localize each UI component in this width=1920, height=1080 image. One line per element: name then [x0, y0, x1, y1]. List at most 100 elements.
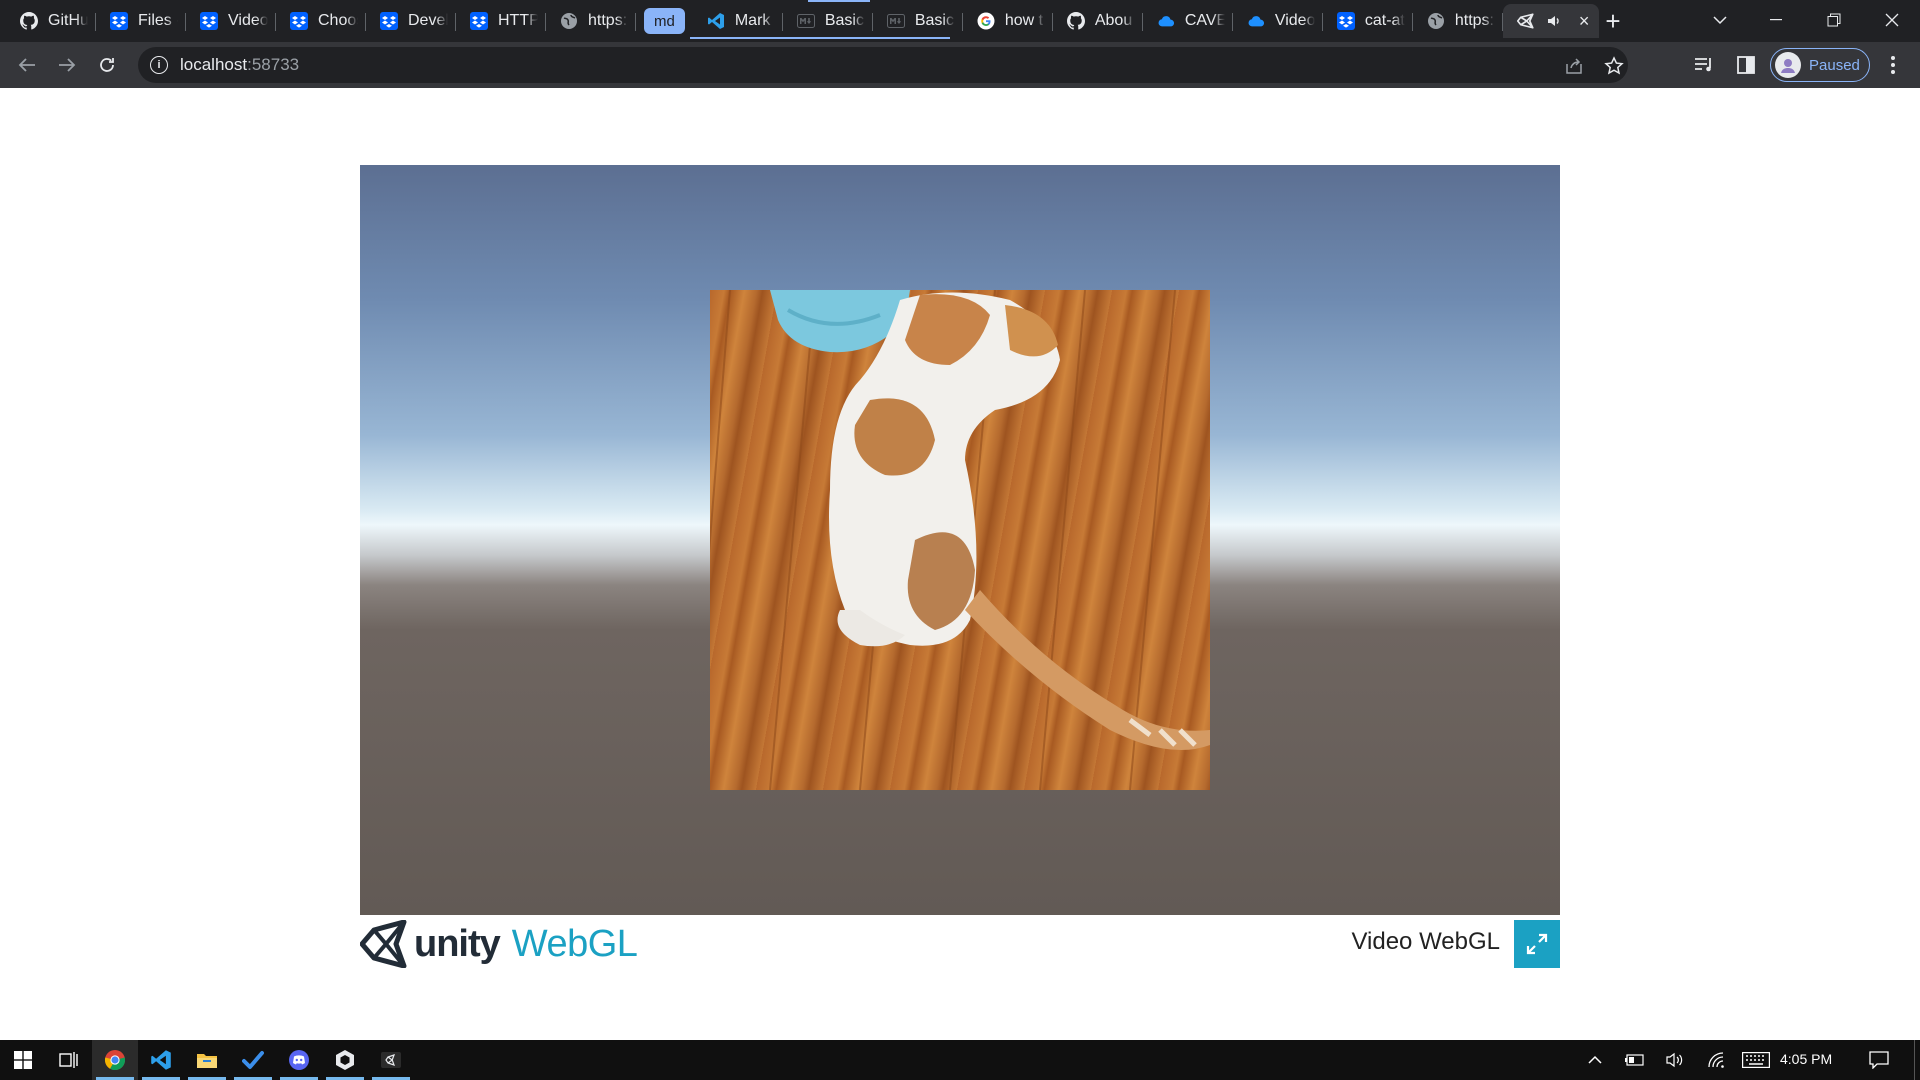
- taskbar-todo[interactable]: [230, 1040, 276, 1080]
- taskbar-discord[interactable]: [276, 1040, 322, 1080]
- side-panel-button[interactable]: [1731, 50, 1761, 80]
- onedrive-icon: [1247, 12, 1265, 30]
- chevron-up-icon: [1588, 1055, 1602, 1064]
- tab-dropbox-http[interactable]: HTTP: [456, 4, 546, 38]
- file-explorer-icon: [197, 1054, 217, 1068]
- markdown-icon: [886, 12, 905, 30]
- tab-github[interactable]: GitHu: [6, 4, 96, 38]
- github-icon: [1066, 12, 1085, 30]
- windows-start-icon: [14, 1051, 32, 1069]
- dropbox-icon: [110, 12, 128, 30]
- tab-label: https:: [1454, 12, 1494, 29]
- task-view-icon: [59, 1052, 78, 1068]
- fullscreen-button[interactable]: [1514, 920, 1560, 968]
- taskbar-unity-editor[interactable]: [368, 1040, 414, 1080]
- tab-dropbox-files[interactable]: Files -: [96, 4, 186, 38]
- tab-label: GitHu: [48, 12, 88, 29]
- task-view-button[interactable]: [46, 1040, 92, 1080]
- show-desktop-divider[interactable]: [1914, 1040, 1915, 1080]
- tab-active-unity[interactable]: ×: [1502, 4, 1599, 38]
- taskbar-vscode[interactable]: [138, 1040, 184, 1080]
- restore-icon: [1827, 13, 1841, 27]
- tab-dropbox-developers[interactable]: Devel: [366, 4, 456, 38]
- minimize-icon: [1770, 19, 1782, 21]
- tab-onedrive-cave[interactable]: CAVE: [1143, 4, 1233, 38]
- keyboard-icon: [1742, 1052, 1770, 1068]
- tab-group-underline: [690, 37, 950, 39]
- volume-icon: [1666, 1052, 1683, 1068]
- kebab-menu-icon: [1891, 56, 1895, 74]
- taskbar-file-explorer[interactable]: [184, 1040, 230, 1080]
- minimize-button[interactable]: [1748, 0, 1804, 40]
- tab-label: https:: [588, 12, 628, 29]
- network-tray-button[interactable]: [1706, 1050, 1728, 1070]
- dropbox-icon: [290, 12, 308, 30]
- unity-logo-icon: [360, 920, 407, 968]
- close-window-button[interactable]: [1864, 0, 1920, 40]
- unity-webgl-logo: unity WebGL: [360, 920, 638, 968]
- tab-dropbox-video[interactable]: Video: [186, 4, 276, 38]
- bookmark-star-icon[interactable]: [1602, 54, 1626, 78]
- tab-markdown-basic-2[interactable]: Basic: [873, 4, 963, 38]
- share-icon[interactable]: [1562, 54, 1586, 78]
- reload-button[interactable]: [92, 50, 122, 80]
- unity-icon: [1516, 12, 1535, 30]
- media-playlist-icon: [1695, 58, 1711, 72]
- tab-label: Devel: [408, 12, 448, 29]
- dropbox-icon: [1336, 12, 1355, 30]
- new-tab-button[interactable]: +: [1598, 6, 1628, 36]
- cat-video-frame: [710, 290, 1210, 790]
- forward-button[interactable]: [52, 50, 82, 80]
- tab-label: cat-at: [1364, 12, 1405, 29]
- forward-arrow-icon: [59, 58, 76, 72]
- tab-google-search[interactable]: how t: [963, 4, 1053, 38]
- battery-icon: [1625, 1054, 1644, 1066]
- battery-tray-button[interactable]: [1624, 1050, 1646, 1070]
- show-hidden-icons-button[interactable]: [1584, 1050, 1606, 1070]
- volume-tray-button[interactable]: [1664, 1050, 1686, 1070]
- speaker-icon[interactable]: [1545, 12, 1563, 30]
- taskbar-clock[interactable]: 4:05 PM: [1780, 1051, 1832, 1067]
- side-panel-icon: [1737, 56, 1755, 74]
- chevron-down-icon: [1713, 16, 1727, 25]
- taskbar-chrome[interactable]: [92, 1040, 138, 1080]
- globe-icon: [560, 12, 578, 30]
- tab-group-chip-md[interactable]: md: [644, 8, 685, 34]
- tab-vscode-markdown[interactable]: Mark: [693, 4, 783, 38]
- unity-webgl-canvas[interactable]: [360, 165, 1560, 915]
- action-center-button[interactable]: [1868, 1050, 1890, 1070]
- dropbox-icon: [200, 12, 218, 30]
- browser-toolbar: i localhost:58733 Paused: [0, 42, 1920, 88]
- dropbox-icon: [380, 12, 398, 30]
- github-icon: [20, 12, 38, 30]
- unity-editor-icon: [381, 1052, 401, 1068]
- tab-https-1[interactable]: https:: [546, 4, 636, 38]
- windows-taskbar: 4:05 PM: [0, 1040, 1920, 1080]
- tab-dropbox-choose[interactable]: Choos: [276, 4, 366, 38]
- tab-label: CAVE: [1184, 12, 1225, 29]
- start-button[interactable]: [0, 1040, 46, 1080]
- tab-github-about[interactable]: Abou: [1053, 4, 1143, 38]
- address-bar[interactable]: i localhost:58733: [138, 47, 1628, 83]
- profile-button[interactable]: Paused: [1770, 48, 1870, 82]
- tab-dropbox-cat[interactable]: cat-at: [1323, 4, 1413, 38]
- dropbox-icon: [470, 12, 488, 30]
- tab-onedrive-video[interactable]: Video: [1233, 4, 1323, 38]
- tab-https-2[interactable]: https:: [1413, 4, 1503, 38]
- tab-search-button[interactable]: [1692, 0, 1748, 40]
- media-control-button[interactable]: [1690, 50, 1720, 80]
- tab-markdown-basic-1[interactable]: Basic: [783, 4, 873, 38]
- site-info-icon[interactable]: i: [150, 56, 168, 74]
- notification-icon: [1869, 1051, 1889, 1069]
- close-tab-icon[interactable]: ×: [1579, 11, 1590, 32]
- close-icon: [1885, 13, 1899, 27]
- taskbar-unity-hub[interactable]: [322, 1040, 368, 1080]
- browser-menu-button[interactable]: [1878, 50, 1908, 80]
- video-texture-quad: [710, 290, 1210, 790]
- reload-icon: [100, 58, 114, 72]
- touch-keyboard-button[interactable]: [1740, 1050, 1772, 1070]
- restore-button[interactable]: [1806, 0, 1862, 40]
- back-button[interactable]: [12, 50, 42, 80]
- tab-label: Mark: [734, 12, 771, 29]
- webgl-footer: unity WebGL Video WebGL: [360, 918, 1560, 970]
